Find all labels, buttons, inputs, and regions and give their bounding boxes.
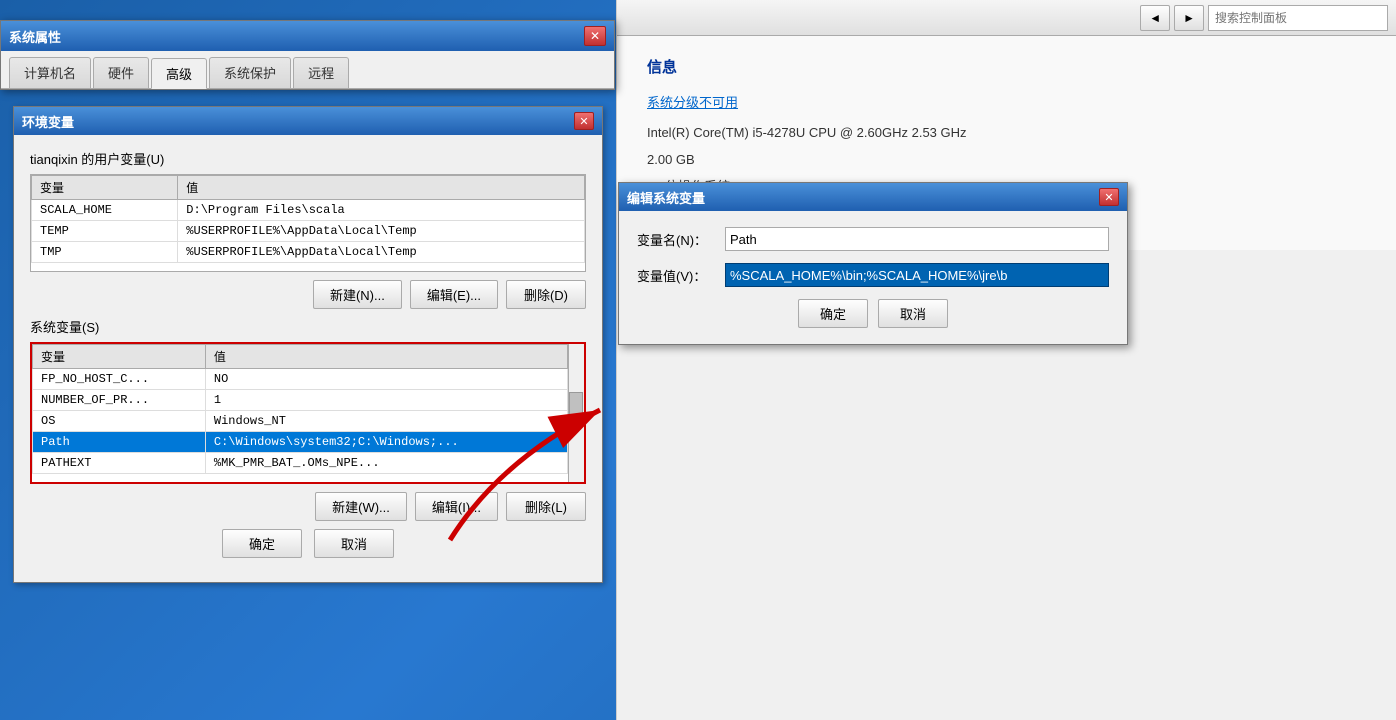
edit-btn-row: 确定 取消 <box>637 299 1109 328</box>
user-var-value: %USERPROFILE%\AppData\Local\Temp <box>178 221 585 242</box>
edit-title: 编辑系统变量 <box>627 188 705 207</box>
env-cancel-button[interactable]: 取消 <box>314 529 394 558</box>
user-var-name: TMP <box>32 242 178 263</box>
table-row[interactable]: NUMBER_OF_PR... 1 <box>33 390 568 411</box>
table-row[interactable]: FP_NO_HOST_C... NO <box>33 369 568 390</box>
var-name-row: 变量名(N)： <box>637 227 1109 251</box>
user-var-value: D:\Program Files\scala <box>178 200 585 221</box>
tab-system-protection[interactable]: 系统保护 <box>209 57 291 88</box>
edit-dialog: 编辑系统变量 ✕ 变量名(N)： 变量值(V)： 确定 取消 <box>618 182 1128 345</box>
table-row[interactable]: SCALA_HOME D:\Program Files\scala <box>32 200 585 221</box>
sys-btn-row: 新建(W)... 编辑(I)... 删除(L) <box>30 492 586 521</box>
sys-delete-button[interactable]: 删除(L) <box>506 492 586 521</box>
sys-var-value: %MK_PMR_BAT_.OMs_NPE... <box>205 453 567 474</box>
table-row[interactable]: OS Windows_NT <box>33 411 568 432</box>
var-name-label: 变量名(N)： <box>637 230 717 249</box>
system-info-toolbar: ◄ ► <box>617 0 1396 36</box>
user-var-value: %USERPROFILE%\AppData\Local\Temp <box>178 242 585 263</box>
user-var-name: TEMP <box>32 221 178 242</box>
env-content: tianqixin 的用户变量(U) 变量 值 SCALA_HOME D:\Pr… <box>14 135 602 582</box>
env-titlebar: 环境变量 ✕ <box>14 107 602 135</box>
user-edit-button[interactable]: 编辑(E)... <box>410 280 498 309</box>
search-input[interactable] <box>1208 5 1388 31</box>
sys-var-name: FP_NO_HOST_C... <box>33 369 206 390</box>
sys-edit-button[interactable]: 编辑(I)... <box>415 492 498 521</box>
tab-hardware[interactable]: 硬件 <box>93 57 149 88</box>
tab-advanced[interactable]: 高级 <box>151 58 207 89</box>
sys-var-name: NUMBER_OF_PR... <box>33 390 206 411</box>
cpu-info: Intel(R) Core(TM) i5-4278U CPU @ 2.60GHz… <box>647 123 1366 144</box>
forward-button[interactable]: ► <box>1174 5 1204 31</box>
ram-info: 2.00 GB <box>647 150 1366 171</box>
env-dialog: 环境变量 ✕ tianqixin 的用户变量(U) 变量 值 SCALA_HOM… <box>13 106 603 583</box>
edit-close-button[interactable]: ✕ <box>1099 188 1119 206</box>
scrollbar-track[interactable] <box>568 344 584 482</box>
env-title: 环境变量 <box>22 112 74 131</box>
sys-var-value: NO <box>205 369 567 390</box>
edit-ok-button[interactable]: 确定 <box>798 299 868 328</box>
var-name-input[interactable] <box>725 227 1109 251</box>
tab-computer-name[interactable]: 计算机名 <box>9 57 91 88</box>
var-value-row: 变量值(V)： <box>637 263 1109 287</box>
user-vars-col-var: 变量 <box>32 176 178 200</box>
tab-remote[interactable]: 远程 <box>293 57 349 88</box>
sysprops-dialog: 系统属性 ✕ 计算机名 硬件 高级 系统保护 远程 环境变量 ✕ tianqix… <box>0 20 615 90</box>
table-row[interactable]: TEMP %USERPROFILE%\AppData\Local\Temp <box>32 221 585 242</box>
sys-var-name: PATHEXT <box>33 453 206 474</box>
sys-var-name-path: Path <box>33 432 206 453</box>
edit-content: 变量名(N)： 变量值(V)： 确定 取消 <box>619 211 1127 344</box>
sys-var-name: OS <box>33 411 206 432</box>
table-row[interactable]: PATHEXT %MK_PMR_BAT_.OMs_NPE... <box>33 453 568 474</box>
sys-var-value-path: C:\Windows\system32;C:\Windows;... <box>205 432 567 453</box>
user-new-button[interactable]: 新建(N)... <box>313 280 402 309</box>
scrollbar-thumb[interactable] <box>569 392 583 427</box>
user-btn-row: 新建(N)... 编辑(E)... 删除(D) <box>30 280 586 309</box>
user-var-name: SCALA_HOME <box>32 200 178 221</box>
user-vars-label: tianqixin 的用户变量(U) <box>30 149 586 168</box>
table-row[interactable]: TMP %USERPROFILE%\AppData\Local\Temp <box>32 242 585 263</box>
info-title: 信息 <box>647 56 1366 77</box>
tabs-container: 计算机名 硬件 高级 系统保护 远程 <box>1 51 614 89</box>
grade-link[interactable]: 系统分级不可用 <box>647 92 1366 111</box>
var-value-input[interactable] <box>725 263 1109 287</box>
system-info-panel: ◄ ► 信息 系统分级不可用 Intel(R) Core(TM) i5-4278… <box>616 0 1396 720</box>
sysprops-close-button[interactable]: ✕ <box>584 26 606 46</box>
back-button[interactable]: ◄ <box>1140 5 1170 31</box>
sys-new-button[interactable]: 新建(W)... <box>315 492 407 521</box>
env-bottom-btn-row: 确定 取消 <box>30 529 586 568</box>
sys-var-value: Windows_NT <box>205 411 567 432</box>
sys-vars-col-var: 变量 <box>33 345 206 369</box>
env-ok-button[interactable]: 确定 <box>222 529 302 558</box>
env-close-button[interactable]: ✕ <box>574 112 594 130</box>
user-vars-table: 变量 值 SCALA_HOME D:\Program Files\scala T… <box>31 175 585 263</box>
var-value-label: 变量值(V)： <box>637 266 717 285</box>
sys-vars-col-val: 值 <box>205 345 567 369</box>
sysprops-titlebar: 系统属性 ✕ <box>1 21 614 51</box>
edit-cancel-button[interactable]: 取消 <box>878 299 948 328</box>
user-vars-col-val: 值 <box>178 176 585 200</box>
sys-vars-label: 系统变量(S) <box>30 317 586 336</box>
sysprops-title: 系统属性 <box>9 27 61 46</box>
sys-var-value: 1 <box>205 390 567 411</box>
table-row-path[interactable]: Path C:\Windows\system32;C:\Windows;... <box>33 432 568 453</box>
user-delete-button[interactable]: 删除(D) <box>506 280 586 309</box>
sys-vars-table: 变量 值 FP_NO_HOST_C... NO NUMBER_OF_PR... … <box>32 344 568 474</box>
edit-titlebar: 编辑系统变量 ✕ <box>619 183 1127 211</box>
